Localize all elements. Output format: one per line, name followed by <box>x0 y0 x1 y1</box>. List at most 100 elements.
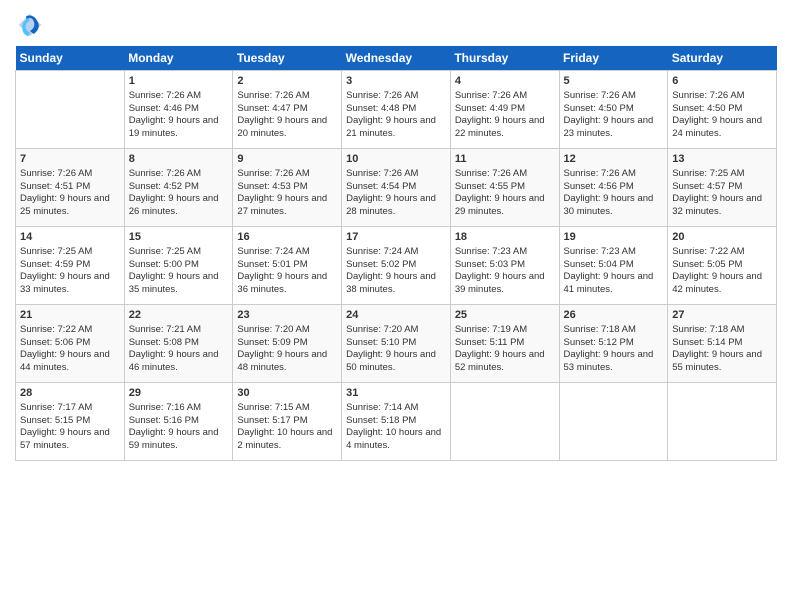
sunset-text: Sunset: 5:03 PM <box>455 259 555 272</box>
calendar-cell: 12Sunrise: 7:26 AMSunset: 4:56 PMDayligh… <box>559 149 668 227</box>
daylight-text: Daylight: 9 hours and 20 minutes. <box>237 115 337 141</box>
day-number: 30 <box>237 386 337 401</box>
sunrise-text: Sunrise: 7:25 AM <box>129 246 229 259</box>
sunset-text: Sunset: 5:04 PM <box>564 259 664 272</box>
day-number: 26 <box>564 308 664 323</box>
calendar-cell: 15Sunrise: 7:25 AMSunset: 5:00 PMDayligh… <box>124 227 233 305</box>
page: SundayMondayTuesdayWednesdayThursdayFrid… <box>0 0 792 612</box>
sunset-text: Sunset: 4:51 PM <box>20 181 120 194</box>
sunset-text: Sunset: 4:54 PM <box>346 181 446 194</box>
sunrise-text: Sunrise: 7:25 AM <box>20 246 120 259</box>
sunrise-text: Sunrise: 7:26 AM <box>237 168 337 181</box>
sunrise-text: Sunrise: 7:21 AM <box>129 324 229 337</box>
daylight-text: Daylight: 9 hours and 50 minutes. <box>346 349 446 375</box>
daylight-text: Daylight: 9 hours and 39 minutes. <box>455 271 555 297</box>
day-number: 5 <box>564 74 664 89</box>
daylight-text: Daylight: 9 hours and 48 minutes. <box>237 349 337 375</box>
day-number: 7 <box>20 152 120 167</box>
day-number: 27 <box>672 308 772 323</box>
sunrise-text: Sunrise: 7:23 AM <box>455 246 555 259</box>
daylight-text: Daylight: 9 hours and 26 minutes. <box>129 193 229 219</box>
daylight-text: Daylight: 9 hours and 59 minutes. <box>129 427 229 453</box>
sunrise-text: Sunrise: 7:24 AM <box>346 246 446 259</box>
sunrise-text: Sunrise: 7:23 AM <box>564 246 664 259</box>
daylight-text: Daylight: 9 hours and 21 minutes. <box>346 115 446 141</box>
sunrise-text: Sunrise: 7:18 AM <box>564 324 664 337</box>
sunset-text: Sunset: 4:59 PM <box>20 259 120 272</box>
day-number: 20 <box>672 230 772 245</box>
calendar-cell: 29Sunrise: 7:16 AMSunset: 5:16 PMDayligh… <box>124 383 233 461</box>
day-number: 25 <box>455 308 555 323</box>
sunset-text: Sunset: 4:55 PM <box>455 181 555 194</box>
sunrise-text: Sunrise: 7:18 AM <box>672 324 772 337</box>
day-number: 11 <box>455 152 555 167</box>
sunset-text: Sunset: 4:47 PM <box>237 103 337 116</box>
day-number: 23 <box>237 308 337 323</box>
sunset-text: Sunset: 5:08 PM <box>129 337 229 350</box>
calendar-cell: 9Sunrise: 7:26 AMSunset: 4:53 PMDaylight… <box>233 149 342 227</box>
day-number: 3 <box>346 74 446 89</box>
daylight-text: Daylight: 9 hours and 29 minutes. <box>455 193 555 219</box>
sunrise-text: Sunrise: 7:26 AM <box>346 168 446 181</box>
daylight-text: Daylight: 9 hours and 24 minutes. <box>672 115 772 141</box>
daylight-text: Daylight: 9 hours and 30 minutes. <box>564 193 664 219</box>
sunrise-text: Sunrise: 7:16 AM <box>129 402 229 415</box>
week-row-1: 1Sunrise: 7:26 AMSunset: 4:46 PMDaylight… <box>16 71 777 149</box>
col-header-saturday: Saturday <box>668 46 777 71</box>
col-header-thursday: Thursday <box>450 46 559 71</box>
day-number: 10 <box>346 152 446 167</box>
sunset-text: Sunset: 4:46 PM <box>129 103 229 116</box>
sunrise-text: Sunrise: 7:15 AM <box>237 402 337 415</box>
sunset-text: Sunset: 5:06 PM <box>20 337 120 350</box>
day-number: 16 <box>237 230 337 245</box>
calendar-cell: 24Sunrise: 7:20 AMSunset: 5:10 PMDayligh… <box>342 305 451 383</box>
sunrise-text: Sunrise: 7:26 AM <box>564 168 664 181</box>
sunset-text: Sunset: 4:53 PM <box>237 181 337 194</box>
logo-icon <box>15 10 45 40</box>
sunset-text: Sunset: 5:00 PM <box>129 259 229 272</box>
calendar-cell: 7Sunrise: 7:26 AMSunset: 4:51 PMDaylight… <box>16 149 125 227</box>
calendar-cell: 3Sunrise: 7:26 AMSunset: 4:48 PMDaylight… <box>342 71 451 149</box>
sunset-text: Sunset: 5:11 PM <box>455 337 555 350</box>
day-number: 14 <box>20 230 120 245</box>
sunrise-text: Sunrise: 7:22 AM <box>20 324 120 337</box>
col-header-wednesday: Wednesday <box>342 46 451 71</box>
sunrise-text: Sunrise: 7:20 AM <box>346 324 446 337</box>
sunset-text: Sunset: 4:52 PM <box>129 181 229 194</box>
calendar-cell: 6Sunrise: 7:26 AMSunset: 4:50 PMDaylight… <box>668 71 777 149</box>
week-row-5: 28Sunrise: 7:17 AMSunset: 5:15 PMDayligh… <box>16 383 777 461</box>
calendar-cell: 25Sunrise: 7:19 AMSunset: 5:11 PMDayligh… <box>450 305 559 383</box>
sunrise-text: Sunrise: 7:26 AM <box>455 90 555 103</box>
day-number: 31 <box>346 386 446 401</box>
daylight-text: Daylight: 9 hours and 22 minutes. <box>455 115 555 141</box>
daylight-text: Daylight: 9 hours and 19 minutes. <box>129 115 229 141</box>
sunrise-text: Sunrise: 7:26 AM <box>129 90 229 103</box>
day-number: 18 <box>455 230 555 245</box>
day-number: 17 <box>346 230 446 245</box>
sunset-text: Sunset: 5:09 PM <box>237 337 337 350</box>
day-number: 6 <box>672 74 772 89</box>
sunset-text: Sunset: 5:14 PM <box>672 337 772 350</box>
day-number: 22 <box>129 308 229 323</box>
sunrise-text: Sunrise: 7:26 AM <box>672 90 772 103</box>
calendar-cell: 1Sunrise: 7:26 AMSunset: 4:46 PMDaylight… <box>124 71 233 149</box>
sunset-text: Sunset: 5:15 PM <box>20 415 120 428</box>
calendar-cell: 4Sunrise: 7:26 AMSunset: 4:49 PMDaylight… <box>450 71 559 149</box>
calendar-cell: 8Sunrise: 7:26 AMSunset: 4:52 PMDaylight… <box>124 149 233 227</box>
sunset-text: Sunset: 5:16 PM <box>129 415 229 428</box>
day-number: 1 <box>129 74 229 89</box>
calendar-cell: 2Sunrise: 7:26 AMSunset: 4:47 PMDaylight… <box>233 71 342 149</box>
sunset-text: Sunset: 5:12 PM <box>564 337 664 350</box>
calendar-cell: 16Sunrise: 7:24 AMSunset: 5:01 PMDayligh… <box>233 227 342 305</box>
header-row: SundayMondayTuesdayWednesdayThursdayFrid… <box>16 46 777 71</box>
day-number: 4 <box>455 74 555 89</box>
calendar-cell: 5Sunrise: 7:26 AMSunset: 4:50 PMDaylight… <box>559 71 668 149</box>
header <box>15 10 777 40</box>
daylight-text: Daylight: 9 hours and 38 minutes. <box>346 271 446 297</box>
daylight-text: Daylight: 9 hours and 25 minutes. <box>20 193 120 219</box>
col-header-monday: Monday <box>124 46 233 71</box>
daylight-text: Daylight: 10 hours and 4 minutes. <box>346 427 446 453</box>
sunset-text: Sunset: 5:18 PM <box>346 415 446 428</box>
sunset-text: Sunset: 4:56 PM <box>564 181 664 194</box>
sunrise-text: Sunrise: 7:14 AM <box>346 402 446 415</box>
